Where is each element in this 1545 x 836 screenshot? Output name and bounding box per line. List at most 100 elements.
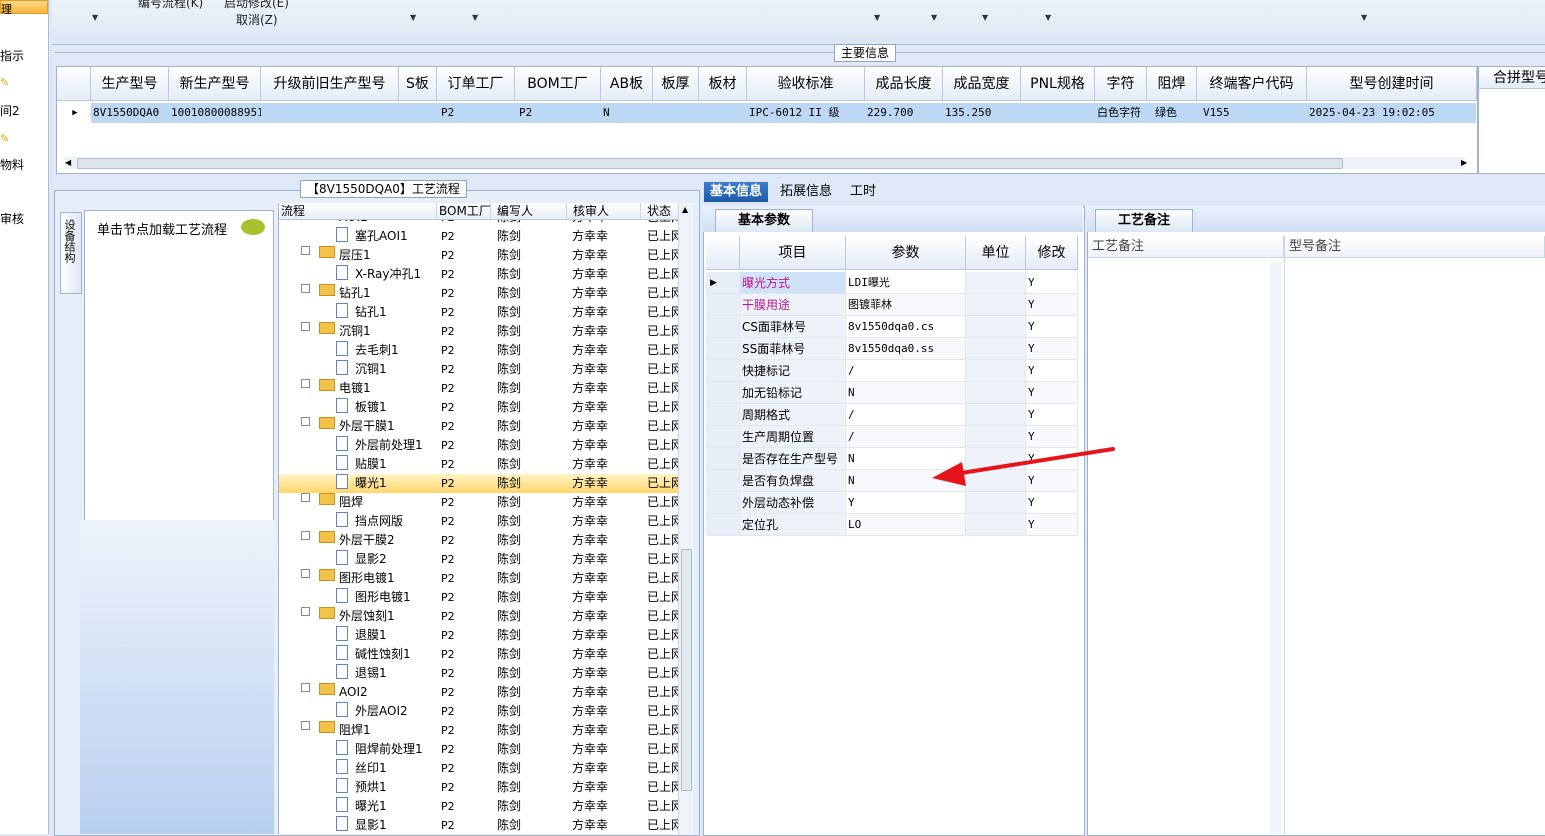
tree-row[interactable]: 退膜1 P2 陈剑 方幸幸 已上网 [279, 626, 679, 645]
column-header[interactable]: 升级前旧生产型号 [261, 67, 399, 101]
param-row[interactable]: SS面菲林号 8v1550dqa0.ss Y [706, 338, 1078, 360]
tree-row[interactable]: 阻焊前处理1 P2 陈剑 方幸幸 已上网 [279, 740, 679, 759]
collapse-icon[interactable]: − [301, 721, 310, 730]
cell-s-board[interactable] [399, 103, 437, 123]
param-col-header[interactable]: 修改 [1026, 236, 1078, 270]
tree-row[interactable]: 沉铜1 P2 陈剑 方幸幸 已上网 [279, 360, 679, 379]
tree-row[interactable]: − 钻孔1 P2 陈剑 方幸幸 已上网 [279, 284, 679, 303]
scroll-thumb[interactable] [77, 158, 1343, 169]
tab-extended-info[interactable]: 拓展信息 [774, 182, 838, 202]
dropdown-caret-icon[interactable]: ▼ [931, 13, 937, 22]
collapse-icon[interactable]: − [301, 569, 310, 578]
tree-row[interactable]: 显影2 P2 陈剑 方幸幸 已上网 [279, 550, 679, 569]
dropdown-caret-icon[interactable]: ▼ [1045, 13, 1051, 22]
tree-row[interactable]: 退锡1 P2 陈剑 方幸幸 已上网 [279, 664, 679, 683]
process-remarks-title[interactable]: 工艺备注 [1095, 209, 1194, 232]
column-header[interactable]: 阻焊 [1147, 67, 1197, 101]
nav-item-3[interactable]: 物料 [0, 156, 24, 173]
tree-row[interactable]: − 阻焊1 P2 陈剑 方幸幸 已上网 [279, 721, 679, 740]
nav-item-1[interactable]: 指示 [0, 47, 24, 64]
tree-col-header[interactable]: BOM工厂 [437, 203, 491, 220]
scroll-thumb[interactable] [681, 549, 692, 791]
column-header[interactable]: 终端客户代码 [1197, 67, 1307, 101]
tab-basic-info[interactable]: 基本信息 [704, 182, 769, 202]
param-row[interactable]: 是否存在生产型号 N Y [706, 448, 1078, 470]
tree-col-header[interactable]: 编写人 [491, 203, 567, 220]
cell-pnl[interactable] [1021, 103, 1095, 123]
param-value[interactable]: / [846, 404, 966, 426]
column-header[interactable]: 成品宽度 [943, 67, 1021, 101]
param-value[interactable]: / [846, 426, 966, 448]
dropdown-caret-icon[interactable]: ▼ [92, 13, 98, 22]
tree-row[interactable]: 贴膜1 P2 陈剑 方幸幸 已上网 [279, 455, 679, 474]
tree-row[interactable]: − 阻焊 P2 陈剑 方幸幸 已上网 [279, 493, 679, 512]
cell-new-model[interactable]: 10010800088951 [169, 103, 261, 123]
column-header[interactable]: 成品长度 [865, 67, 943, 101]
cell-created[interactable]: 2025-04-23 19:02:05 [1307, 103, 1477, 123]
param-value[interactable]: 8v1550dqa0.ss [846, 338, 966, 360]
collapse-icon[interactable]: − [301, 284, 310, 293]
menu-cancel[interactable]: 取消(Z) [236, 11, 278, 28]
tree-row[interactable]: 图形电镀1 P2 陈剑 方幸幸 已上网 [279, 588, 679, 607]
menu-start-modify[interactable]: 启动修改(E) [224, 0, 289, 11]
column-header[interactable]: 生产型号 [91, 67, 169, 101]
cell-width[interactable]: 135.250 [943, 103, 1021, 123]
remark-col-header[interactable]: 工艺备注 [1088, 236, 1284, 258]
dropdown-caret-icon[interactable]: ▼ [982, 13, 988, 22]
param-value[interactable]: 图镀菲林 [846, 294, 966, 316]
param-row[interactable]: 是否有负焊盘 N Y [706, 470, 1078, 492]
nav-item-4[interactable]: 审核 [0, 210, 24, 227]
dropdown-caret-icon[interactable]: ▼ [410, 13, 416, 22]
tree-row[interactable]: − 层压1 P2 陈剑 方幸幸 已上网 [279, 246, 679, 265]
tab-work-hours[interactable]: 工时 [844, 182, 882, 202]
collapse-icon[interactable]: − [301, 417, 310, 426]
collapse-icon[interactable]: − [301, 683, 310, 692]
tree-row[interactable]: − AOI2 P2 陈剑 方幸幸 已上网 [279, 683, 679, 702]
dropdown-caret-icon[interactable]: ▼ [472, 13, 478, 22]
tree-row[interactable]: 钻孔1 P2 陈剑 方幸幸 已上网 [279, 303, 679, 322]
basic-params-title[interactable]: 基本参数 [715, 209, 814, 232]
dropdown-caret-icon[interactable]: ▼ [1361, 13, 1367, 22]
column-header[interactable]: S板 [399, 67, 437, 101]
column-header[interactable]: AB板 [601, 67, 653, 101]
cell-solder-mask[interactable]: 绿色 [1153, 103, 1197, 123]
param-row[interactable]: 定位孔 LO Y [706, 514, 1078, 536]
tree-vertical-scrollbar[interactable]: ▲ [678, 203, 693, 834]
param-value[interactable]: N [846, 470, 966, 492]
param-row[interactable]: 生产周期位置 / Y [706, 426, 1078, 448]
tree-row[interactable]: 显影1 P2 陈剑 方幸幸 已上网 [279, 816, 679, 834]
column-header[interactable]: 字符 [1095, 67, 1147, 101]
collapse-icon[interactable]: − [301, 379, 310, 388]
param-value[interactable]: LO [846, 514, 966, 536]
column-header[interactable]: 合拼型号 [1479, 67, 1545, 89]
tree-row[interactable]: − 外层干膜1 P2 陈剑 方幸幸 已上网 [279, 417, 679, 436]
tree-row[interactable]: 预烘1 P2 陈剑 方幸幸 已上网 [279, 778, 679, 797]
param-value[interactable]: Y [846, 492, 966, 514]
cell-customer-code[interactable]: V155 [1201, 103, 1307, 123]
tree-row[interactable]: 曝光1 P2 陈剑 方幸幸 已上网 [279, 797, 679, 816]
dropdown-caret-icon[interactable]: ▼ [874, 13, 880, 22]
tree-row[interactable]: 外层AOI2 P2 陈剑 方幸幸 已上网 [279, 702, 679, 721]
tree-col-header[interactable]: 状态 [641, 203, 679, 220]
tree-row[interactable]: − 电镀1 P2 陈剑 方幸幸 已上网 [279, 379, 679, 398]
param-value[interactable]: N [846, 382, 966, 404]
tree-row[interactable]: −AOI1P2陈剑方幸幸已上网 [279, 220, 679, 227]
param-value[interactable]: LDI曝光 [846, 272, 966, 294]
column-header[interactable]: 板材 [699, 67, 747, 101]
cell-material[interactable] [699, 103, 747, 123]
param-col-header[interactable]: 参数 [846, 236, 966, 270]
tree-row[interactable]: 曝光1 P2 陈剑 方幸幸 已上网 [279, 474, 679, 493]
scroll-left-icon[interactable]: ◀ [65, 158, 71, 167]
tree-row[interactable]: − 沉铜1 P2 陈剑 方幸幸 已上网 [279, 322, 679, 341]
side-tab-structure[interactable]: 设备结构 [60, 212, 82, 294]
column-header[interactable]: 新生产型号 [169, 67, 261, 101]
cell-thickness[interactable] [653, 103, 699, 123]
param-value[interactable]: / [846, 360, 966, 382]
tree-row[interactable]: − 图形电镀1 P2 陈剑 方幸幸 已上网 [279, 569, 679, 588]
cell-character[interactable]: 白色字符 [1095, 103, 1153, 123]
column-header[interactable]: 型号创建时间 [1307, 67, 1477, 101]
tree-row[interactable]: 丝印1 P2 陈剑 方幸幸 已上网 [279, 759, 679, 778]
remark-col-header[interactable]: 型号备注 [1285, 236, 1545, 258]
collapse-icon[interactable]: − [301, 322, 310, 331]
cell-bom-factory[interactable]: P2 [515, 103, 601, 123]
